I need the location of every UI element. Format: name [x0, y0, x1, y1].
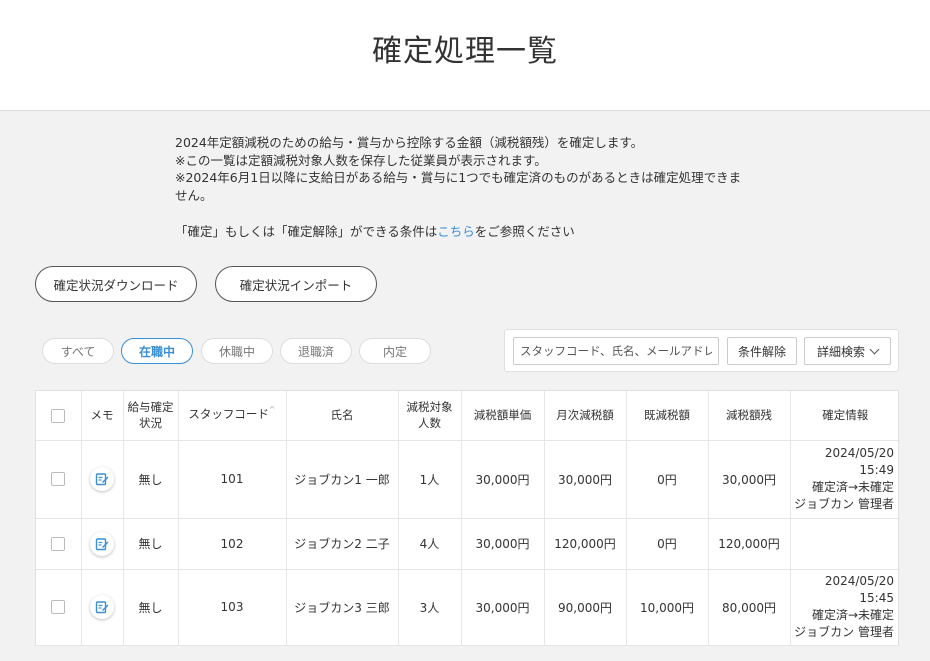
staff-code: 101 [178, 440, 287, 519]
page-title: 確定処理一覧 [372, 34, 558, 69]
salary-status: 無し [123, 518, 179, 570]
memo-cell [81, 440, 124, 519]
header-target-count-line2: 人数 [418, 416, 441, 431]
staff-code: 103 [178, 569, 287, 646]
header-staff-code[interactable]: スタッフコード^ [178, 391, 287, 441]
confirmation-info: 2024/05/20 15:49 確定済→未確定 ジョブカン 管理者 [790, 440, 900, 519]
unit-amount: 30,000円 [461, 518, 545, 570]
filter-all[interactable]: すべて [42, 338, 114, 364]
memo-edit-icon[interactable] [90, 467, 114, 491]
clear-conditions-button[interactable]: 条件解除 [727, 337, 797, 365]
monthly-amount: 30,000円 [544, 440, 627, 519]
monthly-amount: 90,000円 [544, 569, 627, 646]
description: 2024年定額減税のための給与・賞与から控除する金額（減税額残）を確定します。 … [175, 134, 765, 204]
staff-code: 102 [178, 518, 287, 570]
header-target-count-line1: 減税対象 [406, 400, 453, 415]
memo-edit-icon[interactable] [90, 531, 114, 556]
chevron-down-icon [869, 344, 880, 354]
header-salary-status-line2: 状況 [139, 416, 162, 431]
row-select-cell [36, 518, 82, 570]
table-header-row: メモ 給与確定 状況 スタッフコード^ 氏名 減税対象 人数 減税額単価 月次減… [36, 391, 900, 441]
memo-edit-icon[interactable] [90, 595, 114, 619]
row-select-cell [36, 440, 82, 519]
header-name: 氏名 [286, 391, 399, 441]
header-memo: メモ [81, 391, 124, 441]
existing-amount: 0円 [626, 440, 709, 519]
remaining-amount: 30,000円 [708, 440, 791, 519]
select-all-cell [36, 391, 82, 441]
row-select-cell [36, 569, 82, 646]
header-confirmation-info: 確定情報 [790, 391, 900, 441]
memo-cell [81, 518, 124, 570]
advanced-search-button[interactable]: 詳細検索 [804, 337, 891, 365]
info-change: 確定済→未確定 [811, 480, 894, 494]
conditions-reference: 「確定」もしくは「確定解除」ができる条件はこちらをご参照ください [175, 221, 575, 240]
info-date: 2024/05/20 15:49 [824, 446, 894, 477]
select-all-checkbox[interactable] [51, 408, 66, 423]
page-header: 確定処理一覧 [0, 0, 930, 111]
header-salary-status-line1: 給与確定 [127, 400, 174, 415]
filter-offer[interactable]: 内定 [359, 338, 431, 364]
info-user: ジョブカン 管理者 [794, 497, 894, 511]
description-line: ※この一覧は定額減税対象人数を保存した従業員が表示されます。 [175, 152, 547, 168]
description-line: 2024年定額減税のための給与・賞与から控除する金額（減税額残）を確定します。 [175, 135, 644, 150]
header-monthly-amount: 月次減税額 [544, 391, 627, 441]
existing-amount: 10,000円 [626, 569, 709, 646]
conditions-link[interactable]: こちら [437, 224, 475, 239]
search-input[interactable] [513, 337, 719, 365]
table-row: 無し 101 ジョブカン1 一郎 1人 30,000円 30,000円 0円 3… [36, 440, 900, 519]
row-checkbox[interactable] [51, 472, 66, 487]
table-row: 無し 103 ジョブカン3 三郎 3人 30,000円 90,000円 10,0… [36, 569, 900, 646]
monthly-amount: 120,000円 [544, 518, 627, 570]
filter-active[interactable]: 在職中 [121, 338, 193, 364]
description-line: ※2024年6月1日以降に支給日がある給与・賞与に1つでも確定済のものがあるとき… [175, 170, 742, 185]
advanced-search-label: 詳細検索 [816, 344, 865, 359]
header-salary-status: 給与確定 状況 [123, 391, 179, 441]
info-date: 2024/05/20 15:45 [824, 574, 894, 605]
search-panel: 条件解除 詳細検索 [504, 329, 899, 372]
import-status-button[interactable]: 確定状況インポート [215, 266, 377, 302]
row-checkbox[interactable] [51, 600, 66, 615]
info-user: ジョブカン 管理者 [794, 625, 894, 639]
staff-name: ジョブカン3 三郎 [286, 569, 399, 646]
confirmation-table: メモ 給与確定 状況 スタッフコード^ 氏名 減税対象 人数 減税額単価 月次減… [35, 390, 900, 646]
unit-amount: 30,000円 [461, 440, 545, 519]
header-remaining-amount: 減税額残 [708, 391, 791, 441]
existing-amount: 0円 [626, 518, 709, 570]
target-count: 4人 [398, 518, 462, 570]
filter-retired[interactable]: 退職済 [280, 338, 352, 364]
info-change: 確定済→未確定 [811, 608, 894, 622]
description-line: せん。 [175, 187, 213, 203]
reference-prefix: 「確定」もしくは「確定解除」ができる条件は [175, 224, 438, 239]
header-target-count: 減税対象 人数 [398, 391, 462, 441]
row-checkbox[interactable] [51, 536, 66, 551]
remaining-amount: 120,000円 [708, 518, 791, 570]
download-status-button[interactable]: 確定状況ダウンロード [35, 266, 197, 302]
header-existing-amount: 既減税額 [626, 391, 709, 441]
confirmation-info: 2024/05/20 15:45 確定済→未確定 ジョブカン 管理者 [790, 569, 900, 646]
target-count: 1人 [398, 440, 462, 519]
sort-icon[interactable]: ^ [269, 405, 276, 414]
header-staff-code-label: スタッフコード [188, 407, 269, 422]
header-unit-amount: 減税額単価 [461, 391, 545, 441]
remaining-amount: 80,000円 [708, 569, 791, 646]
target-count: 3人 [398, 569, 462, 646]
table-row: 無し 102 ジョブカン2 二子 4人 30,000円 120,000円 0円 … [36, 518, 900, 570]
unit-amount: 30,000円 [461, 569, 545, 646]
staff-name: ジョブカン2 二子 [286, 518, 399, 570]
memo-cell [81, 569, 124, 646]
reference-suffix: をご参照ください [474, 224, 575, 239]
salary-status: 無し [123, 569, 179, 646]
salary-status: 無し [123, 440, 179, 519]
staff-name: ジョブカン1 一郎 [286, 440, 399, 519]
filter-leave[interactable]: 休職中 [201, 338, 273, 364]
confirmation-info [790, 518, 900, 570]
